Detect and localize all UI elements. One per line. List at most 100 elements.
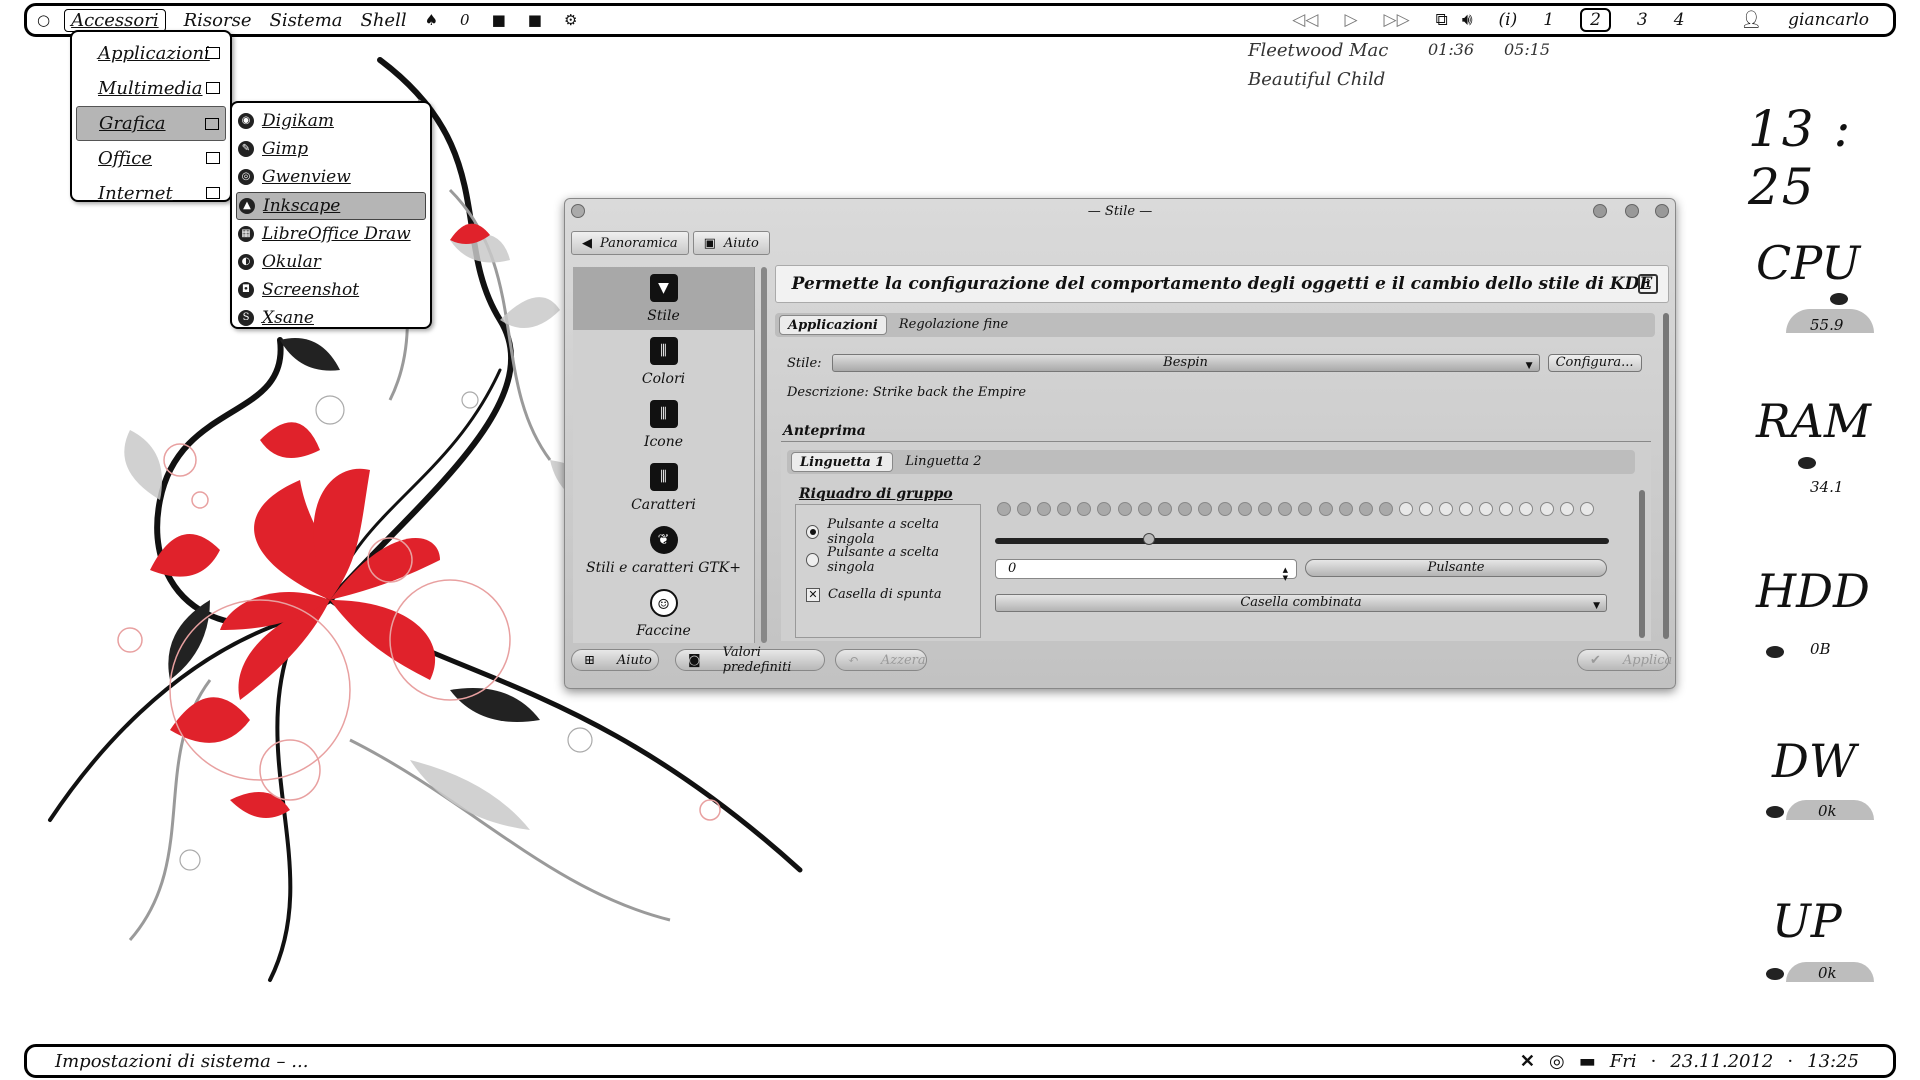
sidebar-item-label: Faccine — [636, 622, 691, 639]
back-arrow-icon: ◀ — [582, 235, 592, 251]
submenu-indicator — [206, 187, 220, 199]
cpu-gauge-needle — [1830, 293, 1848, 305]
slider-handle[interactable] — [1142, 533, 1155, 545]
notification-counter[interactable]: 0 — [460, 11, 470, 29]
progress-dot — [997, 502, 1011, 516]
user-menu[interactable]: 👤︎ giancarlo — [1715, 10, 1869, 30]
menu-sistema[interactable]: Sistema — [269, 10, 342, 31]
tab-regolazione-fine[interactable]: Regolazione fine — [891, 315, 1016, 335]
bell-icon[interactable]: ♠ — [425, 11, 438, 29]
close-button[interactable] — [1655, 204, 1669, 218]
spin-down-icon[interactable]: ▼ — [1283, 569, 1288, 587]
checkbox-checked[interactable]: ✕ — [806, 587, 820, 602]
play-icon[interactable]: ▷ — [1344, 10, 1357, 30]
menu-item-office[interactable]: Office — [76, 141, 226, 176]
previous-track-icon[interactable]: ◁◁ — [1292, 10, 1318, 30]
style-combobox[interactable]: Bespin ▼ — [831, 354, 1540, 372]
sidebar-item-gtk[interactable]: ❦ Stili e caratteri GTK+ — [573, 519, 754, 582]
menu-item-internet[interactable]: Internet — [76, 176, 226, 211]
preview-scrollbar[interactable] — [1639, 490, 1645, 638]
menu-item-label: Internet — [98, 183, 173, 204]
menu-risorse[interactable]: Risorse — [184, 10, 252, 31]
help-label: Aiuto — [616, 652, 652, 668]
tab-applicazioni[interactable]: Applicazioni — [779, 315, 887, 335]
sidebar-item-icone[interactable]: ⫼ Icone — [573, 393, 754, 456]
power-icon[interactable]: ○ — [37, 11, 50, 29]
preview-button[interactable]: Pulsante — [1305, 559, 1607, 577]
toolbar-help-button[interactable]: ▣ Aiuto — [692, 231, 770, 255]
submenu-item-libreoffice-draw[interactable]: ▦ LibreOffice Draw — [236, 220, 426, 248]
user-icon: 👤︎ — [1740, 10, 1763, 30]
desktop-3[interactable]: 3 — [1637, 10, 1648, 30]
help-button[interactable]: ⊞ Aiuto — [571, 649, 659, 671]
gear-icon[interactable]: ⚙ — [564, 11, 577, 29]
submenu-item-gwenview[interactable]: ◎ Gwenview — [236, 163, 426, 191]
sidebar-scrollbar[interactable] — [761, 267, 767, 643]
radio-button[interactable] — [806, 553, 820, 567]
submenu-item-inkscape[interactable]: ▲ Inkscape — [236, 191, 426, 220]
upload-value: 0k — [1818, 964, 1837, 982]
submenu-item-digikam[interactable]: ◉ Digikam — [236, 107, 426, 135]
slider-track[interactable] — [995, 538, 1609, 544]
submenu-item-xsane[interactable]: S Xsane — [236, 304, 426, 332]
defaults-button[interactable]: ◙ Valori predefiniti — [675, 645, 825, 675]
menu-item-multimedia[interactable]: Multimedia — [76, 71, 226, 106]
progress-dot — [1238, 502, 1253, 516]
day-label: Fri — [1609, 1050, 1637, 1072]
sidebar-item-colori[interactable]: ⫼ Colori — [573, 330, 754, 393]
menu-item-applicazioni[interactable]: Applicazioni — [76, 36, 226, 71]
now-playing-title: Beautiful Child — [1248, 69, 1386, 90]
overview-button[interactable]: ◀ Panoramica — [571, 231, 689, 255]
close-x-icon[interactable]: ✕ — [1520, 1051, 1535, 1072]
checkbox-label: Casella di spunta — [828, 587, 942, 602]
content-scrollbar[interactable] — [1663, 313, 1669, 639]
radio-row-1[interactable]: Pulsante a scelta singola — [806, 517, 980, 547]
tab-linguetta-2[interactable]: Linguetta 2 — [897, 452, 989, 472]
volume-icon[interactable]: 🔊︎ — [1462, 10, 1473, 30]
menu-item-grafica[interactable]: Grafica — [76, 106, 226, 141]
progress-dot — [1459, 502, 1474, 516]
radio-label: Pulsante a scelta singola — [827, 517, 940, 547]
submenu-indicator — [206, 82, 220, 94]
info-icon[interactable]: (i) — [1499, 10, 1518, 30]
menu-shell[interactable]: Shell — [361, 10, 407, 31]
checkbox-row[interactable]: ✕ Casella di spunta — [806, 587, 942, 602]
reset-button[interactable]: ↶ Azzera — [835, 649, 927, 671]
sidebar-item-caratteri[interactable]: ⫼ Caratteri — [573, 456, 754, 519]
preview-tabs: Linguetta 1 Linguetta 2 — [787, 450, 1635, 474]
next-track-icon[interactable]: ▷▷ — [1384, 10, 1410, 30]
spinbox[interactable]: 0 ▲ ▼ — [995, 559, 1297, 582]
progress-dot — [1539, 502, 1554, 516]
maximize-button[interactable] — [1625, 204, 1639, 218]
sidebar-item-faccine[interactable]: ☺ Faccine — [573, 582, 754, 643]
gwenview-icon: ◎ — [238, 169, 254, 186]
preview-combobox[interactable]: Casella combinata ▼ — [995, 594, 1607, 612]
hdd-widget-label: HDD — [1756, 564, 1870, 618]
taskbar-item[interactable]: Impostazioni di sistema – ... — [55, 1051, 308, 1072]
ram-value: 34.1 — [1810, 478, 1844, 496]
help-book-icon: ▣ — [703, 235, 716, 251]
module-info-icon[interactable]: i — [1638, 274, 1658, 294]
radio-button-checked[interactable] — [806, 525, 820, 539]
apply-button[interactable]: ✔ Applica — [1577, 649, 1672, 671]
submenu-item-screenshot[interactable]: ◘ Screenshot — [236, 276, 426, 304]
chevron-down-icon: ▼ — [1525, 361, 1533, 371]
sidebar-item-stile[interactable]: ▼ Stile — [573, 267, 754, 330]
submenu-item-okular[interactable]: ◐ Okular — [236, 248, 426, 276]
desktop-1[interactable]: 1 — [1543, 10, 1554, 30]
submenu-item-gimp[interactable]: ✎ Gimp — [236, 135, 426, 163]
tab-linguetta-1[interactable]: Linguetta 1 — [791, 452, 894, 472]
menu-accessori[interactable]: Accessori — [64, 8, 166, 32]
desktop-2[interactable]: 2 — [1580, 8, 1611, 32]
desktop-4[interactable]: 4 — [1674, 10, 1685, 30]
radio-row-2[interactable]: Pulsante a scelta singola — [806, 545, 980, 575]
chat-icon[interactable]: ■ — [492, 11, 506, 29]
monitor-icon[interactable]: ■ — [528, 11, 542, 29]
minimize-button[interactable] — [1593, 204, 1607, 218]
windows-icon[interactable]: ⧉ — [1436, 10, 1448, 30]
download-gauge-needle — [1766, 806, 1784, 818]
configure-button[interactable]: Configura... — [1547, 354, 1642, 372]
style-description: Descrizione: Strike back the Empire — [787, 385, 1027, 400]
wifi-icon[interactable]: ◎ — [1549, 1051, 1565, 1072]
keyboard-icon[interactable]: ▬ — [1579, 1051, 1596, 1072]
